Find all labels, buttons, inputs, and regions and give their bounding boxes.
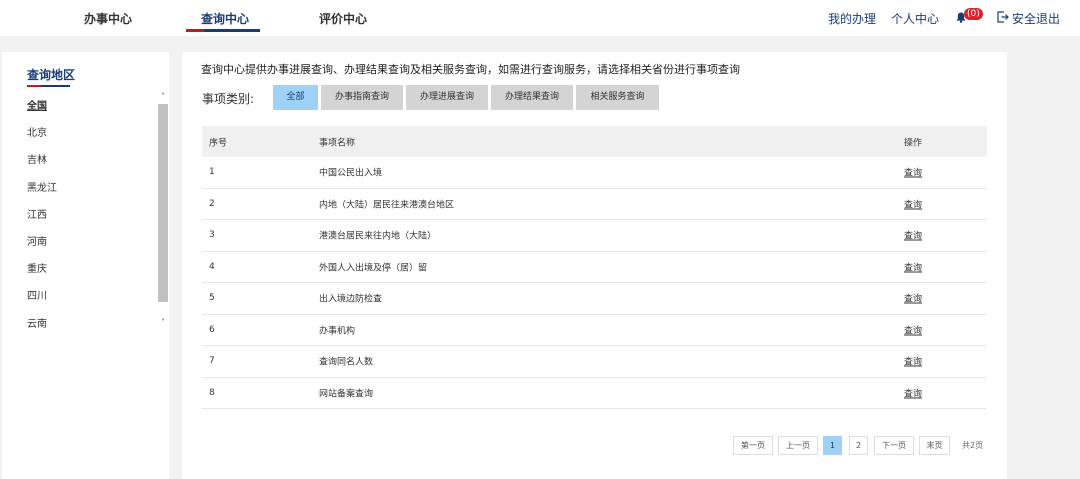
query-link[interactable]: 查询 (904, 166, 922, 179)
row-name: 内地（大陆）居民往来港澳台地区 (319, 200, 455, 211)
row-index: 3 (209, 230, 215, 241)
row-index: 7 (209, 356, 215, 367)
region-list[interactable]: 全国 北京 吉林 黑龙江 江西 河南 重庆 四川 云南 (27, 100, 147, 328)
row-name: 网站备案查询 (319, 389, 374, 400)
row-index: 4 (209, 261, 215, 272)
pagination-last-button[interactable]: 末页 (919, 436, 950, 455)
region-item-all[interactable]: 全国 (27, 100, 147, 127)
table-row: 3 港澳台居民来往内地（大陆） 查询 (202, 220, 987, 252)
region-item-heilongjiang[interactable]: 黑龙江 (27, 182, 147, 209)
pagination-prev-button[interactable]: 上一页 (778, 436, 818, 455)
scroll-thumb[interactable] (158, 104, 168, 302)
table-header: 序号 事项名称 操作 (202, 126, 987, 157)
personal-center-link[interactable]: 个人中心 (891, 10, 939, 27)
header-index: 序号 (209, 138, 228, 148)
pagination-first-button[interactable]: 第一页 (733, 436, 773, 455)
table-row: 8 网站备案查询 查询 (202, 378, 987, 409)
query-link[interactable]: 查询 (904, 355, 922, 368)
table-row: 7 查询同名人数 查询 (202, 346, 987, 378)
tab-business-center[interactable]: 办事中心 (84, 10, 132, 27)
category-result-button[interactable]: 办理结果查询 (491, 85, 573, 110)
row-index: 8 (209, 387, 215, 398)
main-content: 查询中心提供办事进展查询、办理结果查询及相关服务查询，如需进行查询服务，请选择相… (182, 52, 1007, 479)
region-item-yunnan[interactable]: 云南 (27, 318, 147, 329)
my-business-link[interactable]: 我的办理 (828, 10, 876, 27)
tab-evaluation-center[interactable]: 评价中心 (319, 10, 367, 27)
pagination-next-button[interactable]: 下一页 (874, 436, 914, 455)
query-link[interactable]: 查询 (904, 386, 922, 399)
query-link[interactable]: 查询 (904, 323, 922, 336)
category-all-button[interactable]: 全部 (273, 85, 318, 110)
region-item-henan[interactable]: 河南 (27, 236, 147, 263)
scroll-up-icon[interactable]: ˄ (157, 92, 169, 102)
row-name: 办事机构 (319, 326, 356, 337)
table-row: 2 内地（大陆）居民往来港澳台地区 查询 (202, 189, 987, 220)
region-item-beijing[interactable]: 北京 (27, 127, 147, 154)
intro-text: 查询中心提供办事进展查询、办理结果查询及相关服务查询，如需进行查询服务，请选择相… (201, 63, 740, 76)
table-row: 5 出入境边防检查 查询 (202, 283, 987, 315)
tab-query-center[interactable]: 查询中心 (201, 10, 249, 27)
row-name: 出入境边防检查 (319, 294, 383, 305)
items-table: 序号 事项名称 操作 1 中国公民出入境 查询 2 内地（大陆）居民往来港澳台地… (202, 126, 987, 409)
table-row: 4 外国人入出境及停（居）留 查询 (202, 252, 987, 283)
sidebar-title: 查询地区 (27, 68, 76, 82)
query-link[interactable]: 查询 (904, 229, 922, 242)
row-name: 港澳台居民来往内地（大陆） (319, 231, 437, 242)
row-name: 外国人入出境及停（居）留 (319, 263, 428, 274)
row-index: 5 (209, 293, 215, 304)
row-index: 6 (209, 324, 215, 335)
notification-badge: (0) (964, 8, 983, 20)
active-tab-indicator (186, 29, 260, 32)
region-item-chongqing[interactable]: 重庆 (27, 263, 147, 290)
pagination-total: 共2页 (962, 441, 984, 450)
row-name: 中国公民出入境 (319, 168, 383, 179)
region-scrollbar[interactable]: ˄ ˅ (157, 92, 169, 328)
region-sidebar: 查询地区 全国 北京 吉林 黑龙江 江西 河南 重庆 四川 云南 ˄ ˅ (2, 52, 169, 479)
category-guide-button[interactable]: 办事指南查询 (321, 85, 403, 110)
query-link[interactable]: 查询 (904, 197, 922, 210)
query-link[interactable]: 查询 (904, 260, 922, 273)
logout-link[interactable]: 安全退出 (1012, 10, 1060, 27)
region-item-sichuan[interactable]: 四川 (27, 290, 147, 317)
table-row: 6 办事机构 查询 (202, 315, 987, 346)
logout-icon[interactable] (997, 11, 1009, 23)
table-row: 1 中国公民出入境 查询 (202, 157, 987, 189)
query-link[interactable]: 查询 (904, 292, 922, 305)
category-label: 事项类别: (202, 92, 255, 106)
region-item-jiangxi[interactable]: 江西 (27, 209, 147, 236)
row-index: 2 (209, 198, 215, 209)
row-name: 查询同名人数 (319, 357, 374, 368)
pagination-page-1[interactable]: 1 (823, 436, 842, 455)
scroll-down-icon[interactable]: ˅ (157, 318, 169, 328)
top-header: 办事中心 查询中心 评价中心 我的办理 个人中心 (0) 安全退出 (0, 0, 1080, 36)
category-progress-button[interactable]: 办理进展查询 (406, 85, 488, 110)
pagination-page-2[interactable]: 2 (849, 436, 868, 455)
category-service-button[interactable]: 相关服务查询 (576, 85, 659, 110)
header-name: 事项名称 (319, 138, 356, 148)
row-index: 1 (209, 167, 215, 178)
sidebar-title-underline (27, 85, 70, 87)
header-action: 操作 (904, 138, 923, 148)
region-item-jilin[interactable]: 吉林 (27, 154, 147, 181)
